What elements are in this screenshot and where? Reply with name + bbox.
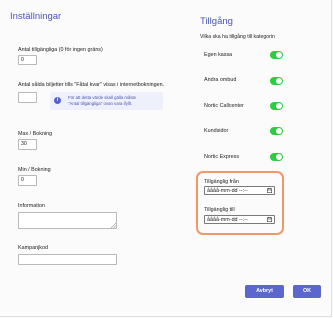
toggle-knob xyxy=(276,52,282,58)
available-to-value: åååå-mm-dd --:-- xyxy=(207,217,248,223)
min-per-booking-input[interactable]: 0 xyxy=(18,175,37,186)
available-from-value: åååå-mm-dd --:-- xyxy=(207,188,248,194)
resize-grip-icon[interactable] xyxy=(111,223,116,228)
toggle-nortic-express[interactable] xyxy=(270,153,283,161)
info-icon: i xyxy=(54,97,61,104)
info-box: i För att detta värde skall gälla måste … xyxy=(50,92,163,110)
toggle-nortic-callcenter[interactable] xyxy=(270,102,283,110)
available-count-input[interactable]: 0 xyxy=(18,55,37,65)
campaign-code-input[interactable] xyxy=(18,254,117,265)
calendar-icon[interactable] xyxy=(267,188,272,193)
toggle-knob xyxy=(276,78,282,84)
category-label-kundsidor: Kundsidor xyxy=(204,128,229,134)
category-label-egen-kassa: Egen kassa xyxy=(204,52,233,58)
cancel-button[interactable]: Avbryt xyxy=(245,285,284,298)
toggle-knob xyxy=(276,154,282,160)
available-count-label: Antal tillgängliga (0 för ingen gräns) xyxy=(18,47,103,53)
toggle-knob xyxy=(276,128,282,134)
toggle-kundsidor[interactable] xyxy=(270,127,283,135)
available-from-input[interactable]: åååå-mm-dd --:-- xyxy=(204,186,275,195)
toggle-knob xyxy=(276,103,282,109)
toggle-egen-kassa[interactable] xyxy=(270,51,283,59)
available-to-label: Tillgänglig till xyxy=(204,207,235,213)
available-from-label: Tillgänglig från xyxy=(204,179,239,185)
category-label-andra-ombud: Andra ombud xyxy=(204,77,237,83)
available-to-input[interactable]: åååå-mm-dd --:-- xyxy=(204,215,275,224)
category-label-nortic-express: Nortic Express xyxy=(204,154,240,160)
ok-button[interactable]: OK xyxy=(293,285,321,298)
information-textarea[interactable] xyxy=(18,212,117,229)
access-subtitle: Vilka ska ha tillgång till kategorin xyxy=(200,34,275,40)
few-left-label: Antal sålda biljetter tills "Fåtal kvar"… xyxy=(18,82,165,88)
access-title: Tillgång xyxy=(200,16,233,27)
max-per-booking-input[interactable]: 30 xyxy=(18,139,37,150)
min-per-booking-label: Min / Bokning xyxy=(18,167,51,173)
info-text-line2: "Antal tillgängliga" ovan vara ifyllt. xyxy=(68,101,133,106)
campaign-code-label: Kampanjkod xyxy=(18,245,48,251)
info-text-line1: För att detta värde skall gälla måste xyxy=(68,95,137,100)
max-per-booking-label: Max / Bokning xyxy=(18,131,53,137)
settings-title: Inställningar xyxy=(10,11,62,22)
information-label: Information xyxy=(18,203,45,209)
category-label-nortic-callcenter: Nortic Callcenter xyxy=(204,103,244,109)
few-left-input[interactable] xyxy=(18,92,37,103)
calendar-icon[interactable] xyxy=(267,217,272,222)
toggle-andra-ombud[interactable] xyxy=(270,77,283,85)
